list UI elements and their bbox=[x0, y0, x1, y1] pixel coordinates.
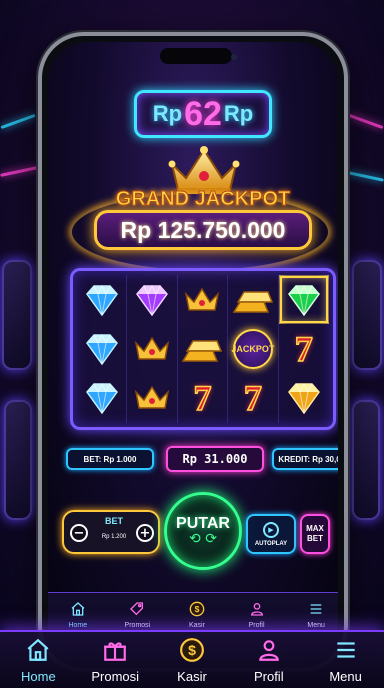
reel-cell-crown bbox=[178, 275, 229, 325]
seven-symbol-label: 7 bbox=[193, 378, 213, 419]
neon-streak bbox=[348, 171, 384, 182]
jackpot-amount: Rp 125.750.000 bbox=[120, 216, 286, 243]
phone-frame: Rp 62 Rp GRAND JACKPOT Rp 125.750.000 JA… bbox=[38, 32, 348, 672]
neon-streak bbox=[0, 113, 36, 130]
user-icon bbox=[249, 601, 265, 622]
reel-cell-crown bbox=[127, 373, 178, 423]
nav-label: Menu bbox=[307, 621, 325, 629]
reel-cell-seven: 7 bbox=[228, 373, 279, 423]
bet-display: BET: Rp 1.000 bbox=[66, 448, 154, 470]
bet-value: Rp 1.200 bbox=[101, 534, 127, 540]
nav-item-menu[interactable]: Menu bbox=[310, 632, 382, 688]
dollar-coin-icon: $ bbox=[189, 601, 205, 622]
jackpot-title: GRAND JACKPOT bbox=[115, 188, 291, 211]
reel-cell-seven: 7 bbox=[279, 324, 329, 373]
slot-reels: JACKPOT 7 7 7 bbox=[70, 268, 336, 430]
bet-minus-button[interactable]: − bbox=[70, 524, 88, 542]
dollar-coin-icon: $ bbox=[179, 637, 205, 669]
diamond-green-icon bbox=[287, 284, 320, 316]
diamond-blue-icon bbox=[85, 383, 118, 415]
spin-button[interactable]: PUTAR ⟲ ⟳ bbox=[164, 492, 242, 570]
gold-bar-icon bbox=[232, 290, 273, 313]
gold-bar-icon bbox=[182, 340, 223, 362]
svg-text:$: $ bbox=[195, 604, 200, 614]
slot-machine-background bbox=[352, 400, 380, 520]
max-bet-button[interactable]: MAX BET bbox=[300, 514, 330, 554]
neon-streak bbox=[348, 113, 384, 130]
nav-item-home[interactable]: Home bbox=[2, 632, 74, 688]
reel-cell-diamond-purple bbox=[127, 275, 178, 325]
svg-text:$: $ bbox=[188, 641, 196, 657]
nav-label: Home bbox=[68, 621, 88, 629]
nav-item-kasir[interactable]: $ Kasir bbox=[156, 632, 228, 688]
nav-label: Kasir bbox=[177, 668, 207, 684]
neon-streak bbox=[0, 166, 38, 177]
reel-cell-seven: 7 bbox=[178, 373, 229, 423]
tag-icon bbox=[129, 601, 145, 622]
jackpot-symbol-icon: JACKPOT bbox=[231, 328, 275, 369]
logo-prefix: Rp bbox=[152, 101, 183, 126]
win-display: Rp 31.000 bbox=[166, 446, 264, 472]
autoplay-button[interactable]: ▶ AUTOPLAY bbox=[246, 514, 296, 554]
diamond-blue-icon bbox=[85, 284, 118, 316]
bet-label: BET bbox=[105, 516, 123, 526]
gift-icon bbox=[102, 637, 128, 669]
nav-label: Profil bbox=[253, 668, 284, 684]
reel-cell-diamond-gold bbox=[279, 374, 329, 423]
reel-cell-gold-bar bbox=[178, 324, 229, 374]
bottom-nav: Home Promosi $ Kasir Profil Menu bbox=[0, 630, 384, 688]
diamond-purple-icon bbox=[136, 284, 169, 316]
reel-cell-diamond-green bbox=[279, 275, 329, 324]
reel-cell-gold-bar bbox=[228, 275, 279, 325]
slot-machine-background bbox=[2, 260, 32, 370]
nav-label: Home bbox=[21, 668, 56, 684]
nav-label: Menu bbox=[329, 668, 362, 684]
reel-cell-diamond-blue bbox=[77, 324, 128, 374]
logo-suffix: Rp bbox=[223, 101, 254, 126]
diamond-gold-icon bbox=[287, 383, 320, 415]
brand-logo: Rp 62 Rp bbox=[134, 90, 272, 138]
autoplay-label: AUTOPLAY bbox=[254, 540, 288, 547]
logo-number: 62 bbox=[184, 94, 222, 133]
user-icon bbox=[256, 637, 282, 669]
phone-screen: Rp 62 Rp GRAND JACKPOT Rp 125.750.000 JA… bbox=[48, 42, 338, 662]
reel-cell-crown bbox=[127, 324, 178, 374]
reel-cell-diamond-blue bbox=[77, 373, 128, 423]
credit-display: KREDIT: Rp 30,000 bbox=[272, 448, 338, 470]
home-icon bbox=[25, 637, 51, 669]
reel-cell-diamond-blue bbox=[77, 275, 128, 325]
nav-item-promosi[interactable]: Promosi bbox=[79, 632, 151, 688]
menu-icon bbox=[308, 601, 324, 622]
seven-symbol-label: 7 bbox=[243, 378, 263, 419]
nav-label: Promosi bbox=[124, 621, 151, 629]
nav-label: Promosi bbox=[91, 668, 140, 684]
reel-cell-jackpot: JACKPOT bbox=[228, 324, 279, 374]
info-bar: BET: Rp 1.000 Rp 31.000 KREDIT: Rp 30,00… bbox=[66, 446, 338, 472]
nav-label: Kasir bbox=[189, 621, 205, 629]
seven-symbol-label: 7 bbox=[294, 328, 314, 369]
crown-icon bbox=[185, 287, 220, 311]
jackpot-symbol-label: JACKPOT bbox=[231, 343, 275, 354]
jackpot-amount-box: Rp 125.750.000 bbox=[94, 210, 312, 250]
refresh-icon: ⟲ ⟳ bbox=[189, 531, 217, 547]
play-icon: ▶ bbox=[263, 521, 279, 538]
diamond-blue-icon bbox=[85, 333, 118, 366]
nav-label: Profil bbox=[248, 621, 265, 629]
crown-icon bbox=[134, 336, 170, 360]
menu-icon bbox=[333, 637, 359, 669]
slot-machine-background bbox=[352, 260, 382, 370]
bet-control: − BET Rp 1.200 + bbox=[62, 510, 160, 554]
phone-notch bbox=[160, 48, 232, 64]
crown-icon bbox=[134, 385, 170, 410]
home-icon bbox=[70, 601, 86, 622]
camera-icon bbox=[231, 54, 237, 60]
slot-machine-background bbox=[4, 400, 32, 520]
nav-item-profil[interactable]: Profil bbox=[233, 632, 305, 688]
bet-plus-button[interactable]: + bbox=[136, 524, 154, 542]
